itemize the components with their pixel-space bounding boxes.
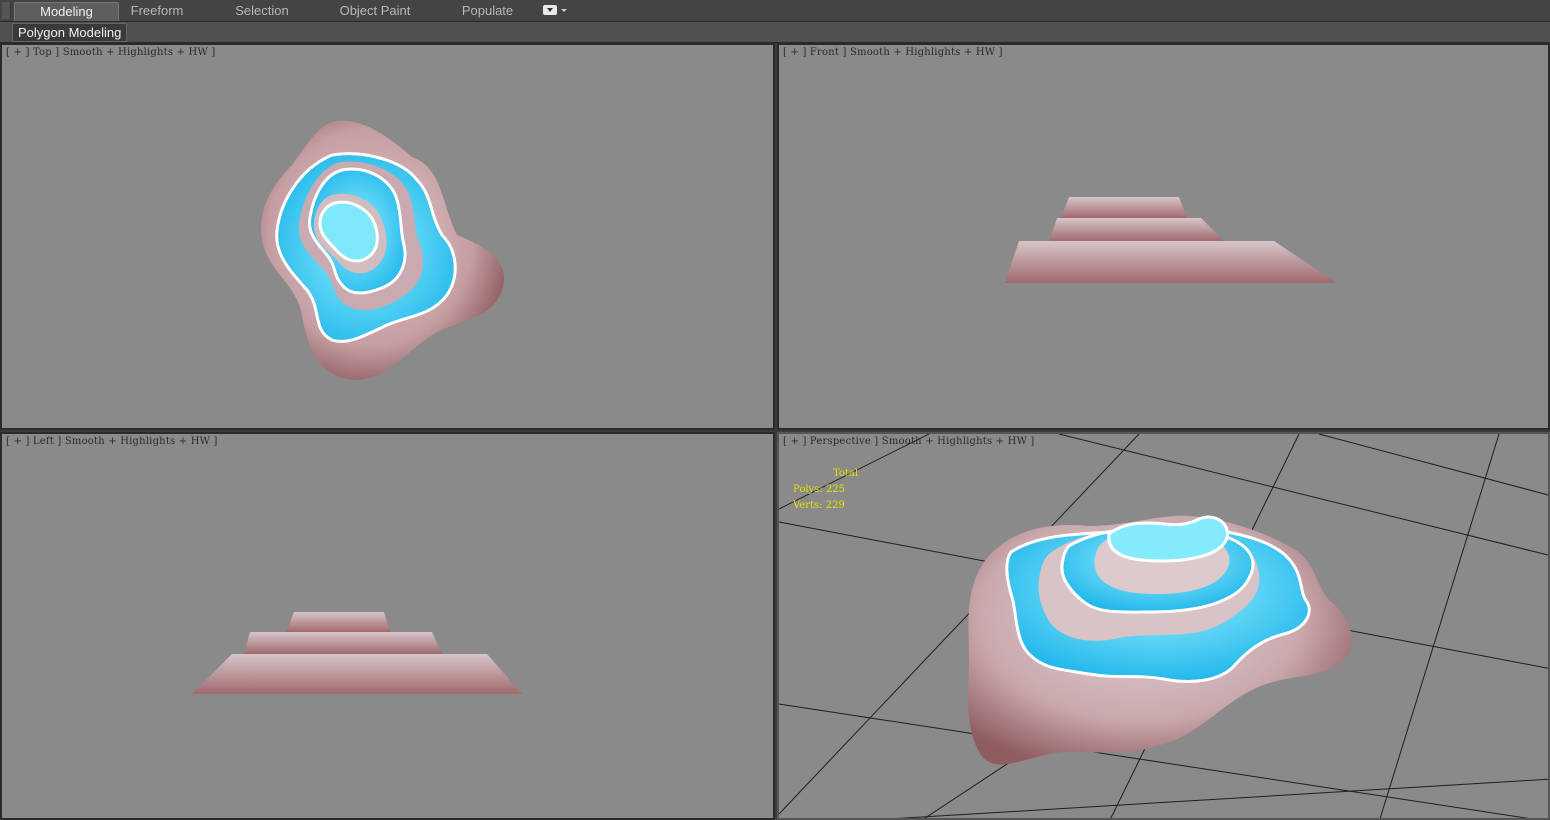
viewport-top-label[interactable]: [ + ] Top ] Smooth + Highlights + HW ] bbox=[6, 47, 215, 58]
tab-freeform[interactable]: Freeform bbox=[113, 2, 201, 20]
left-view-model bbox=[192, 612, 522, 694]
viewport-top[interactable]: [ + ] Top ] Smooth + Highlights + HW ] bbox=[0, 43, 775, 430]
tab-populate[interactable]: Populate bbox=[450, 2, 525, 20]
perspective-view-model bbox=[779, 434, 1548, 818]
top-view-model bbox=[261, 120, 504, 381]
viewport-perspective-label[interactable]: [ + ] Perspective ] Smooth + Highlights … bbox=[783, 436, 1035, 447]
tab-object-paint[interactable]: Object Paint bbox=[329, 2, 421, 20]
stats-title: Total bbox=[833, 468, 859, 479]
polygon-stats: Total Polys: 225 Verts: 229 bbox=[793, 466, 858, 514]
viewport-perspective[interactable]: [ + ] Perspective ] Smooth + Highlights … bbox=[777, 432, 1550, 820]
viewport-front-label[interactable]: [ + ] Front ] Smooth + Highlights + HW ] bbox=[783, 47, 1003, 58]
viewport-left-label[interactable]: [ + ] Left ] Smooth + Highlights + HW ] bbox=[6, 436, 218, 447]
stats-polys: Polys: 225 bbox=[793, 484, 845, 495]
viewport-front[interactable]: [ + ] Front ] Smooth + Highlights + HW ] bbox=[777, 43, 1550, 430]
viewport-left[interactable]: [ + ] Left ] Smooth + Highlights + HW ] bbox=[0, 432, 775, 820]
ribbon-tab-bar: Modeling Freeform Selection Object Paint… bbox=[0, 0, 1550, 22]
tab-modeling[interactable]: Modeling bbox=[14, 2, 119, 21]
tab-selection[interactable]: Selection bbox=[220, 2, 304, 20]
ribbon-panel-bar: Polygon Modeling bbox=[0, 22, 1550, 43]
chevron-down-icon[interactable] bbox=[561, 9, 567, 12]
ribbon-grip[interactable] bbox=[2, 2, 11, 19]
front-view-model bbox=[1005, 197, 1337, 283]
dropdown-icon[interactable] bbox=[543, 5, 557, 15]
stats-verts: Verts: 229 bbox=[793, 500, 845, 511]
polygon-modeling-panel[interactable]: Polygon Modeling bbox=[12, 23, 128, 42]
